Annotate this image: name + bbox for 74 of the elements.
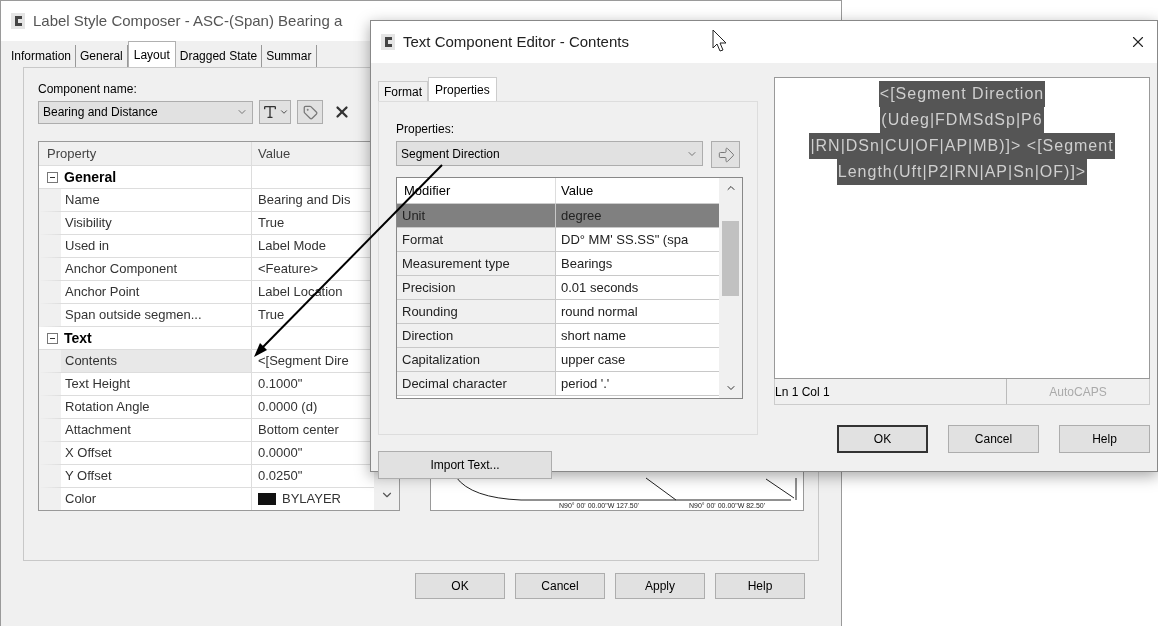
- table-cell-text: degree: [560, 206, 603, 225]
- table-row[interactable]: Capitalization upper case: [397, 348, 719, 372]
- table-cell: Measurement type: [397, 252, 556, 275]
- dialog-button[interactable]: OK: [415, 573, 505, 599]
- property-cell[interactable]: X Offset: [39, 442, 252, 465]
- value-cell-text: Label Mode: [258, 237, 326, 256]
- window-title: Text Component Editor - Contents: [403, 31, 629, 52]
- property-cell[interactable]: Anchor Point: [39, 281, 252, 304]
- value-cell-text: True: [258, 214, 285, 233]
- value-cell-text: True: [258, 306, 285, 325]
- property-cell[interactable]: Span outside segmen...: [39, 304, 252, 327]
- table-cell: Decimal character: [397, 372, 556, 395]
- value-cell-text: Bottom center: [258, 421, 339, 440]
- dialog-button[interactable]: OK: [837, 425, 928, 453]
- column-header[interactable]: Value: [252, 142, 374, 165]
- property-cell[interactable]: Visibility: [39, 212, 252, 235]
- table-cell: Rounding: [397, 300, 556, 323]
- table-cell-text: DD° MM' SS.SS" (spa: [560, 230, 690, 249]
- table-cell-text: round normal: [560, 302, 639, 321]
- value-cell-text: 0.0000 (d): [258, 398, 318, 417]
- component-dropdown[interactable]: Bearing and Distance: [38, 100, 253, 124]
- field-label: Properties:: [396, 121, 455, 138]
- table-row[interactable]: Rounding round normal: [397, 300, 719, 324]
- status-mode: AutoCAPS: [1048, 383, 1108, 401]
- group-label: Text: [64, 328, 92, 348]
- status-position: Ln 1 Col 1: [775, 379, 1007, 404]
- window-title: Label Style Composer - ASC-(Span) Bearing a: [33, 10, 343, 31]
- property-cell[interactable]: Text Height: [39, 373, 252, 396]
- table-row[interactable]: Format DD° MM' SS.SS" (spa: [397, 228, 719, 252]
- value-cell-text: <[Segment Dire: [258, 352, 349, 371]
- property-cell[interactable]: Attachment: [39, 419, 252, 442]
- tab[interactable]: Format: [378, 81, 428, 101]
- properties-dropdown[interactable]: Segment Direction: [396, 141, 704, 166]
- text-editor[interactable]: <[Segment Direction (Udeg|FDMSdSp|P6 |RN|DSn|CU|OF|AP|MB)]> <[Segment Length(Uft|P2|RN|AP|Sn|OF)]>: [774, 77, 1150, 379]
- group-label: General: [64, 167, 117, 187]
- property-cell[interactable]: Used in: [39, 235, 252, 258]
- property-cell[interactable]: Anchor Component: [39, 258, 252, 281]
- table-row[interactable]: Unit degree: [397, 204, 719, 228]
- value-cell-text: BYLAYER: [282, 490, 341, 509]
- property-cell[interactable]: Name: [39, 189, 252, 212]
- table-cell: Precision: [397, 276, 556, 299]
- value-cell-text: 0.0250": [258, 467, 303, 486]
- tab[interactable]: Layout: [127, 41, 176, 67]
- table-cell: Direction: [397, 324, 556, 347]
- dialog-button[interactable]: Help: [715, 573, 805, 599]
- tab[interactable]: Properties: [428, 77, 497, 101]
- table-row[interactable]: Precision 0.01 seconds: [397, 276, 719, 300]
- value-cell-text: Bearing and Dis: [258, 191, 351, 210]
- table-cell-text: 0.01 seconds: [560, 278, 640, 297]
- column-header[interactable]: Property: [39, 142, 252, 165]
- column-header[interactable]: Value: [556, 178, 719, 203]
- value-cell-text: 0.1000": [258, 375, 303, 394]
- dialog-button[interactable]: Cancel: [948, 425, 1039, 453]
- table-cell: Format: [397, 228, 556, 251]
- property-cell[interactable]: Color: [39, 488, 252, 510]
- table-cell-text: upper case: [560, 350, 627, 369]
- table-row[interactable]: Measurement type Bearings: [397, 252, 719, 276]
- value-cell-text: <Feature>: [258, 260, 318, 279]
- field-label: Component name:: [38, 81, 137, 98]
- table-row[interactable]: Decimal character period '.': [397, 372, 719, 396]
- property-cell[interactable]: Y Offset: [39, 465, 252, 488]
- table-cell-text: short name: [560, 326, 628, 345]
- table-cell-text: period '.': [560, 374, 611, 393]
- dialog-button[interactable]: Cancel: [515, 573, 605, 599]
- property-cell[interactable]: Rotation Angle: [39, 396, 252, 419]
- table-row[interactable]: Direction short name: [397, 324, 719, 348]
- property-cell[interactable]: Contents: [39, 350, 252, 373]
- table-cell-text: Bearings: [560, 254, 614, 273]
- table-cell: Capitalization: [397, 348, 556, 371]
- table-cell: Unit: [397, 204, 556, 227]
- value-cell-text: 0.0000": [258, 444, 303, 463]
- dialog-button[interactable]: Apply: [615, 573, 705, 599]
- dialog-button[interactable]: Help: [1059, 425, 1150, 453]
- import-text-button[interactable]: Import Text...: [378, 451, 552, 479]
